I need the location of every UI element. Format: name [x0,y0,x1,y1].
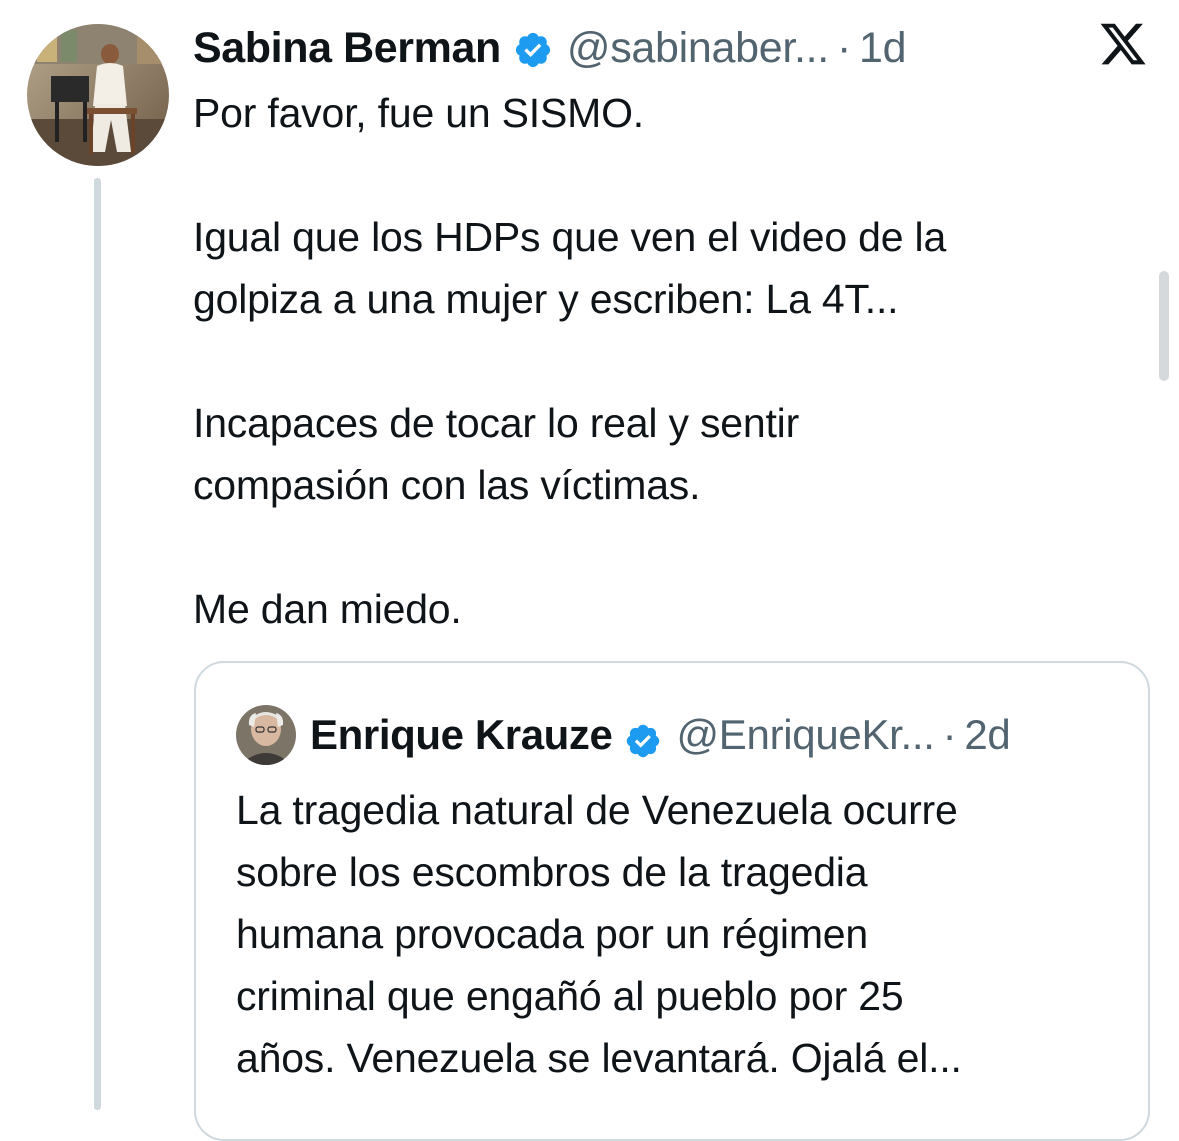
quoted-author-avatar[interactable] [236,705,296,765]
author-avatar[interactable] [27,24,169,166]
tweet-header: Sabina Berman @sabinaber... · 1d [193,20,907,76]
quoted-text-line: La tragedia natural de Venezuela ocurre [236,787,958,833]
quoted-text-line: sobre los escombros de la tragedia [236,849,868,895]
separator-dot: · [836,24,851,72]
quoted-text-line: humana provocada por un régimen [236,911,868,957]
author-display-name[interactable]: Sabina Berman [193,20,501,76]
tweet-text-line: Me dan miedo. [193,586,462,632]
tweet-body: Por favor, fue un SISMO. Igual que los H… [193,82,1113,640]
profile-photo [27,24,169,166]
x-logo-icon[interactable] [1098,19,1148,69]
quoted-text-line: años. Venezuela se levantará. Ojalá el..… [236,1035,962,1081]
tweet-text-line: Por favor, fue un SISMO. [193,90,644,136]
quoted-text-line: criminal que engañó al pueblo por 25 [236,973,904,1019]
quoted-tweet-body: La tragedia natural de Venezuela ocurre … [236,779,1126,1089]
quoted-tweet-card[interactable]: Enrique Krauze @EnriqueKr... · 2d La tra… [194,661,1150,1141]
tweet-text-line: Incapaces de tocar lo real y sentir [193,400,800,446]
quoted-profile-photo [236,705,296,765]
quoted-tweet-header: Enrique Krauze @EnriqueKr... · 2d [236,705,1011,765]
thread-connector-line [94,178,101,1110]
quoted-author-handle[interactable]: @EnriqueKr... [676,705,935,765]
separator-dot: · [942,711,957,758]
scrollbar-thumb[interactable] [1159,271,1169,381]
tweet-text-line: golpiza a una mujer y escriben: La 4T... [193,276,899,322]
tweet-timestamp[interactable]: 1d [859,20,907,76]
tweet-text-line: Igual que los HDPs que ven el video de l… [193,214,947,260]
verified-badge-icon [513,28,553,68]
quoted-author-display-name[interactable]: Enrique Krauze [310,705,613,765]
author-handle[interactable]: @sabinaber... [567,20,829,76]
verified-badge-icon [624,716,662,758]
tweet-text-line: compasión con las víctimas. [193,462,701,508]
quoted-tweet-timestamp[interactable]: 2d [964,705,1010,765]
